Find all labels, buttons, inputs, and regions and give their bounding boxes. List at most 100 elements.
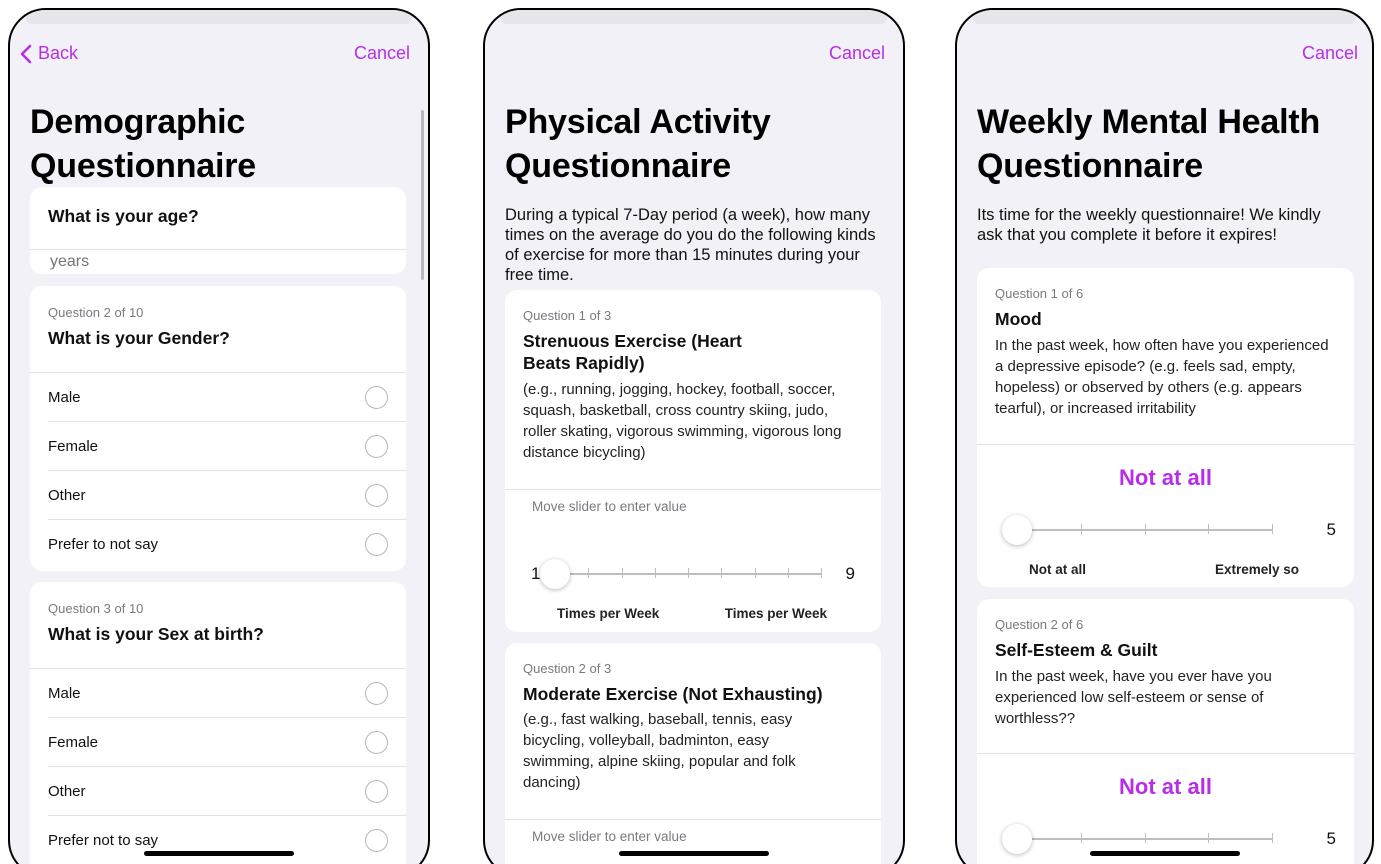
question-title: Self-Esteem & Guilt bbox=[995, 640, 1158, 660]
question-title: What is your Gender? bbox=[48, 328, 230, 348]
scroll-indicator[interactable] bbox=[421, 110, 424, 280]
slider-hint: Move slider to enter value bbox=[532, 829, 687, 844]
age-input[interactable] bbox=[50, 251, 350, 273]
question-description: In the past week, how often have you exp… bbox=[995, 337, 1329, 417]
slider-hint: Move slider to enter value bbox=[532, 499, 687, 514]
slider-min-caption: Times per Week bbox=[557, 606, 660, 621]
radio-button[interactable] bbox=[365, 682, 388, 705]
option-row[interactable]: Prefer to not say bbox=[30, 520, 406, 569]
question-number: Question 1 of 3 bbox=[523, 308, 612, 323]
home-indicator bbox=[1089, 851, 1240, 856]
slider-tick bbox=[754, 568, 756, 578]
home-indicator bbox=[144, 851, 294, 856]
slider-max-caption: Extremely so bbox=[1214, 562, 1299, 577]
radio-button[interactable] bbox=[365, 484, 388, 507]
option-row[interactable]: Male bbox=[30, 669, 406, 718]
mood-slider[interactable] bbox=[1002, 514, 1277, 545]
slider-tick bbox=[1144, 833, 1146, 843]
radio-button[interactable] bbox=[365, 435, 388, 458]
back-button[interactable]: Back bbox=[20, 43, 78, 64]
chevron-left-icon bbox=[20, 44, 32, 63]
question-number: Question 2 of 3 bbox=[523, 661, 612, 676]
slider-tick bbox=[588, 568, 590, 578]
slider-tick bbox=[1272, 524, 1273, 534]
option-row[interactable]: Female bbox=[30, 422, 406, 471]
slider-thumb[interactable] bbox=[1002, 515, 1032, 545]
cancel-button[interactable]: Cancel bbox=[829, 43, 885, 64]
phone-physical-activity: Cancel Physical Activity Questionnaire D… bbox=[483, 8, 905, 864]
phone-mental-health: Cancel Weekly Mental Health Questionnair… bbox=[955, 8, 1374, 864]
phone-demographic: Back Cancel Demographic Questionnaire Wh… bbox=[8, 8, 430, 864]
question-number: Question 2 of 6 bbox=[995, 617, 1084, 632]
divider bbox=[505, 489, 881, 490]
question-title: Mood bbox=[995, 309, 1042, 329]
intro-text: Its time for the weekly questionnaire! W… bbox=[977, 206, 1321, 244]
radio-button[interactable] bbox=[365, 533, 388, 556]
divider bbox=[977, 444, 1354, 445]
sex-options: Male Female Other Prefer not to say bbox=[30, 669, 406, 864]
question-card-gender: Question 2 of 10 What is your Gender? Ma… bbox=[30, 286, 406, 571]
question-description: (e.g., fast walking, baseball, tennis, e… bbox=[523, 711, 796, 791]
slider-min-label: 1 bbox=[531, 564, 541, 583]
radio-button[interactable] bbox=[365, 829, 388, 852]
question-title: What is your Sex at birth? bbox=[48, 624, 264, 644]
radio-button[interactable] bbox=[365, 780, 388, 803]
intro-text: During a typical 7-Day period (a week), … bbox=[505, 206, 876, 284]
slider-tick bbox=[821, 568, 822, 578]
status-strip bbox=[501, 10, 887, 24]
radio-button[interactable] bbox=[365, 386, 388, 409]
slider-value-text: Not at all bbox=[1119, 774, 1212, 799]
divider bbox=[505, 819, 881, 820]
option-row[interactable]: Female bbox=[30, 718, 406, 767]
nav-bar: Back Cancel bbox=[10, 43, 428, 65]
option-row[interactable]: Other bbox=[30, 767, 406, 816]
slider-tick bbox=[1208, 524, 1210, 534]
page-title: Weekly Mental Health Questionnaire bbox=[977, 103, 1321, 185]
cancel-button[interactable]: Cancel bbox=[354, 43, 410, 64]
gender-options: Male Female Other Prefer to not say bbox=[30, 373, 406, 569]
status-strip bbox=[26, 10, 412, 24]
status-strip bbox=[973, 10, 1356, 24]
page-title: Demographic Questionnaire bbox=[30, 103, 257, 185]
slider-thumb[interactable] bbox=[540, 559, 570, 589]
home-indicator bbox=[619, 851, 769, 856]
slider-value-text: Not at all bbox=[1119, 465, 1212, 490]
question-title: Strenuous Exercise (Heart Beats Rapidly) bbox=[523, 331, 742, 373]
question-card-moderate: Question 2 of 3 Moderate Exercise (Not E… bbox=[505, 643, 881, 864]
slider-min-caption: Not at all bbox=[1029, 562, 1087, 577]
divider bbox=[977, 753, 1354, 754]
page-title: Physical Activity Questionnaire bbox=[505, 103, 771, 185]
question-description: In the past week, have you ever have you… bbox=[995, 668, 1272, 727]
slider-tick bbox=[654, 568, 656, 578]
slider-tick bbox=[1272, 833, 1273, 843]
slider-max-label: 9 bbox=[845, 564, 855, 583]
question-title: What is your age? bbox=[48, 206, 199, 226]
question-title: Moderate Exercise (Not Exhausting) bbox=[523, 684, 823, 704]
nav-bar: Cancel bbox=[957, 43, 1372, 65]
question-number: Question 1 of 6 bbox=[995, 286, 1084, 301]
option-row[interactable]: Male bbox=[30, 373, 406, 422]
cancel-button[interactable]: Cancel bbox=[1302, 43, 1358, 64]
slider-tick bbox=[1144, 524, 1146, 534]
slider-tick bbox=[721, 568, 723, 578]
slider-tick bbox=[621, 568, 623, 578]
question-description: (e.g., running, jogging, hockey, footbal… bbox=[523, 381, 842, 461]
slider-max-label: 5 bbox=[1326, 520, 1336, 539]
self-esteem-slider[interactable] bbox=[1002, 823, 1277, 854]
question-card-mood: Question 1 of 6 Mood In the past week, h… bbox=[977, 268, 1354, 587]
slider-tick bbox=[688, 568, 689, 578]
option-row[interactable]: Other bbox=[30, 471, 406, 520]
slider-thumb[interactable] bbox=[1002, 824, 1032, 854]
divider bbox=[30, 249, 406, 250]
slider-max-caption: Times per Week bbox=[724, 606, 827, 621]
back-label: Back bbox=[38, 43, 79, 63]
question-number: Question 2 of 10 bbox=[48, 305, 144, 320]
times-per-week-slider[interactable] bbox=[540, 558, 825, 589]
question-card-self-esteem: Question 2 of 6 Self-Esteem & Guilt In t… bbox=[977, 599, 1354, 864]
question-number: Question 3 of 10 bbox=[48, 601, 144, 616]
radio-button[interactable] bbox=[365, 731, 388, 754]
slider-tick bbox=[787, 568, 789, 578]
slider-tick bbox=[1080, 524, 1082, 534]
option-row[interactable]: Prefer not to say bbox=[30, 816, 406, 864]
question-card-age: What is your age? bbox=[30, 187, 406, 274]
